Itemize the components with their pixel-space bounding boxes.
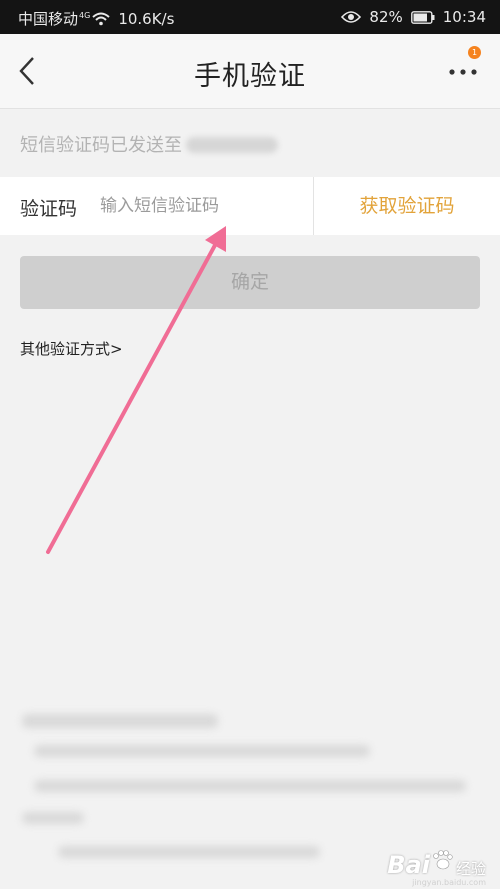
status-left: 中国移动 4G 10.6K/s — [18, 8, 174, 29]
baidu-watermark: Bai 经验 jingyan.baidu.com — [387, 849, 486, 887]
blurred-heading — [22, 714, 218, 728]
masked-phone-number — [186, 137, 278, 153]
sms-sent-text: 短信验证码已发送至 — [20, 135, 182, 156]
paw-icon — [431, 849, 453, 875]
other-verification-link[interactable]: 其他验证方式> — [20, 338, 123, 359]
network-type: 4G — [79, 11, 91, 20]
eye-icon — [341, 10, 362, 24]
watermark-logo: Bai — [387, 851, 430, 879]
more-button[interactable] — [446, 60, 480, 84]
carrier-label: 中国移动 — [18, 10, 79, 28]
blurred-line — [22, 812, 84, 824]
confirm-button[interactable]: 确定 — [20, 256, 480, 309]
blurred-line — [58, 846, 320, 858]
app-header: 手机验证 1 — [0, 34, 500, 109]
more-dots-icon — [446, 69, 480, 88]
blurred-line — [34, 780, 466, 792]
sms-code-input[interactable] — [100, 189, 300, 223]
watermark-suffix: 经验 — [455, 860, 486, 878]
battery-icon — [410, 10, 435, 24]
status-bar: 中国移动 4G 10.6K/s 82% 10:34 — [0, 0, 500, 34]
get-code-button[interactable]: 获取验证码 — [314, 177, 500, 235]
verification-code-row: 验证码 获取验证码 — [0, 177, 500, 235]
watermark-url: jingyan.baidu.com — [412, 878, 486, 887]
blurred-line — [34, 745, 370, 757]
network-speed: 10.6K/s — [118, 9, 175, 28]
sms-sent-notice: 短信验证码已发送至 — [20, 131, 278, 157]
code-label: 验证码 — [20, 198, 78, 220]
page-title: 手机验证 — [194, 61, 306, 92]
status-right: 82% 10:34 — [341, 8, 486, 26]
notification-badge: 1 — [468, 46, 481, 59]
clock: 10:34 — [442, 8, 486, 26]
battery-percent: 82% — [369, 8, 403, 26]
wifi-icon — [92, 12, 110, 26]
